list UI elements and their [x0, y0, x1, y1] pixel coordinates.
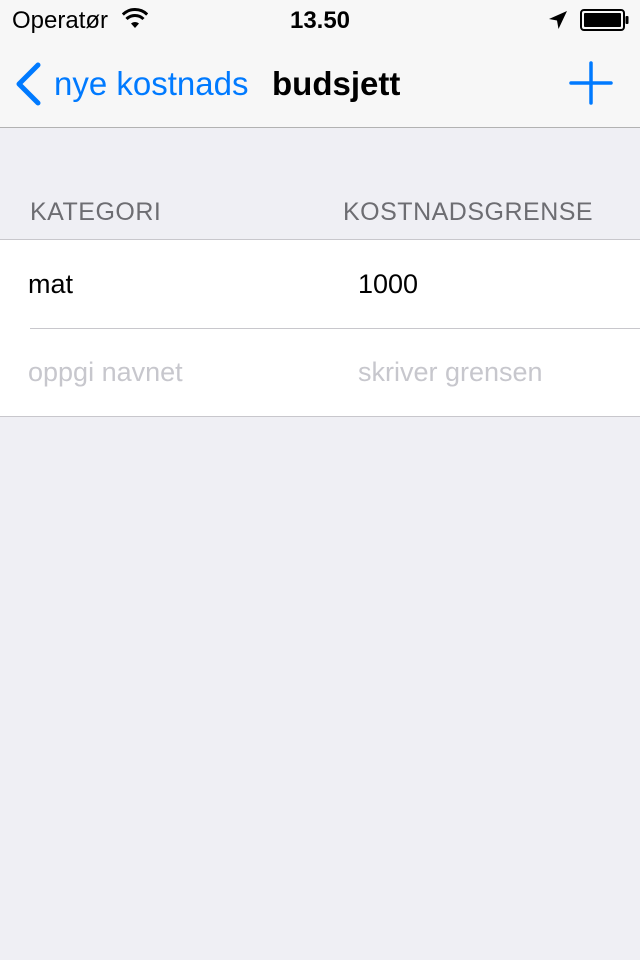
chevron-left-icon [16, 62, 41, 106]
location-arrow-icon [549, 11, 567, 29]
category-cell: mat [28, 269, 74, 299]
column-header-limit: KOSTNADSGRENSE [343, 198, 594, 226]
limit-input[interactable] [358, 328, 618, 417]
table-row[interactable]: mat 1000 [0, 240, 640, 328]
battery-icon [580, 9, 629, 31]
page-title: budsjett [272, 65, 401, 102]
category-name-input[interactable] [28, 328, 328, 417]
navigation-bar: nye kostnads budsjett [0, 40, 640, 128]
limit-input-cell [358, 328, 618, 417]
budget-table: mat 1000 [0, 239, 640, 417]
plus-icon[interactable] [568, 60, 614, 106]
clock: 13.50 [289, 7, 351, 34]
table-section-header: KATEGORI KOSTNADSGRENSE [0, 128, 640, 239]
back-button[interactable]: nye kostnads [14, 62, 248, 106]
new-entry-row [0, 328, 640, 417]
back-button-label: nye kostnads [54, 65, 249, 102]
limit-cell: 1000 [358, 269, 419, 299]
status-bar: Operatør 13.50 [0, 0, 640, 40]
category-input-cell [28, 328, 328, 417]
column-header-category: KATEGORI [30, 198, 162, 226]
